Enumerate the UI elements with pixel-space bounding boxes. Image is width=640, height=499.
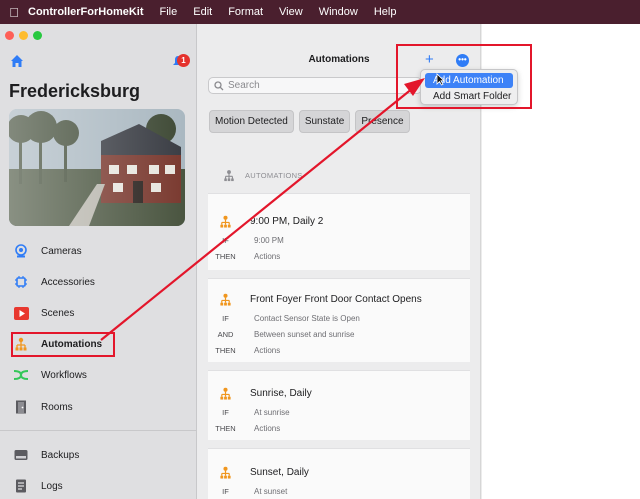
condition-keyword: AND [217,329,234,339]
automation-card[interactable]: Sunset, Daily IF At sunset [208,448,470,499]
camera-icon [13,243,29,259]
sidebar-item-label: Cameras [41,245,82,257]
condition-value: Actions [254,423,281,433]
menu-format[interactable]: Format [228,6,263,18]
mouse-cursor-icon [436,73,445,86]
play-icon [13,305,29,321]
highlight-box-add-menu [396,44,532,109]
chip-motion-detected[interactable]: Motion Detected [209,110,294,133]
sidebar-item-backups[interactable]: Backups [0,443,196,467]
sidebar-item-cameras[interactable]: Cameras [0,239,196,263]
home-title: Fredericksburg [9,81,141,101]
condition-keyword: THEN [215,345,236,355]
section-header: AUTOMATIONS [223,169,303,182]
sidebar-item-label: Accessories [41,276,95,288]
condition-value: Actions [254,345,281,355]
condition-value: At sunrise [254,407,290,417]
sidebar-item-label: Backups [41,449,80,461]
menu-bar:  ControllerForHomeKit File Edit Format … [0,0,640,24]
door-icon [13,399,29,415]
sidebar-item-label: Logs [41,480,63,492]
workflow-icon [13,367,29,383]
sidebar-item-workflows[interactable]: Workflows [0,363,196,387]
menu-window[interactable]: Window [319,6,358,18]
condition-value: Actions [254,251,281,261]
home-icon[interactable] [9,53,25,69]
sidebar-item-scenes[interactable]: Scenes [0,301,196,325]
sidebar-divider [0,430,196,431]
zoom-window-button[interactable] [33,31,42,40]
automation-card[interactable]: Front Foyer Front Door Contact Opens IF C… [208,278,470,362]
window-controls [5,31,42,40]
chip-sunstate[interactable]: Sunstate [298,110,351,133]
sidebar-item-rooms[interactable]: Rooms [0,395,196,419]
sidebar-item-accessories[interactable]: Accessories [0,270,196,294]
section-label: AUTOMATIONS [245,171,303,180]
chip-presence[interactable]: Presence [355,110,410,133]
condition-keyword: IF [222,407,229,417]
notification-badge[interactable]: 1 [177,54,190,67]
sidebar: 1 Fredericksburg Cameras Accessories Sce… [0,24,197,499]
sidebar-item-label: Rooms [41,401,73,413]
condition-keyword: IF [222,486,229,496]
search-placeholder: Search [228,80,260,91]
automation-icon [208,215,243,228]
apple-icon[interactable]:  [0,5,28,20]
condition-keyword: THEN [215,251,236,261]
filter-chips: Motion Detected Sunstate Presence [209,110,410,133]
menu-view[interactable]: View [279,6,303,18]
sidebar-item-label: Workflows [41,369,87,381]
menu-file[interactable]: File [160,6,178,18]
minimize-window-button[interactable] [19,31,28,40]
drive-icon [13,447,29,463]
automation-icon [208,293,243,306]
condition-value: Contact Sensor State is Open [254,313,360,323]
search-field[interactable]: Search [208,77,422,94]
chip-icon [13,274,29,290]
app-menu[interactable]: ControllerForHomeKit [28,6,144,18]
condition-value: Between sunset and sunrise [254,329,355,339]
close-window-button[interactable] [5,31,14,40]
automation-card[interactable]: 9:00 PM, Daily 2 IF 9:00 PM THEN Actions [208,193,470,270]
condition-keyword: IF [222,313,229,323]
condition-keyword: IF [222,235,229,245]
sidebar-item-logs[interactable]: Logs [0,474,196,498]
condition-value: At sunset [254,486,288,496]
automation-icon [208,387,243,400]
house-illustration [9,109,185,226]
sidebar-item-label: Scenes [41,307,75,319]
menu-edit[interactable]: Edit [193,6,212,18]
home-photo [9,109,185,226]
document-icon [13,478,29,494]
search-icon [214,80,224,91]
automation-name: 9:00 PM, Daily 2 [250,215,324,227]
menu-help[interactable]: Help [374,6,397,18]
condition-keyword: THEN [215,423,236,433]
automation-icon [208,466,243,479]
highlight-box-automations [11,332,115,357]
automation-name: Front Foyer Front Door Contact Opens [250,293,422,305]
automation-card[interactable]: Sunrise, Daily IF At sunrise THEN Actions [208,370,470,440]
automation-section-icon [223,169,235,182]
condition-value: 9:00 PM [254,235,284,245]
automation-name: Sunrise, Daily [250,387,312,399]
automation-name: Sunset, Daily [250,466,309,478]
